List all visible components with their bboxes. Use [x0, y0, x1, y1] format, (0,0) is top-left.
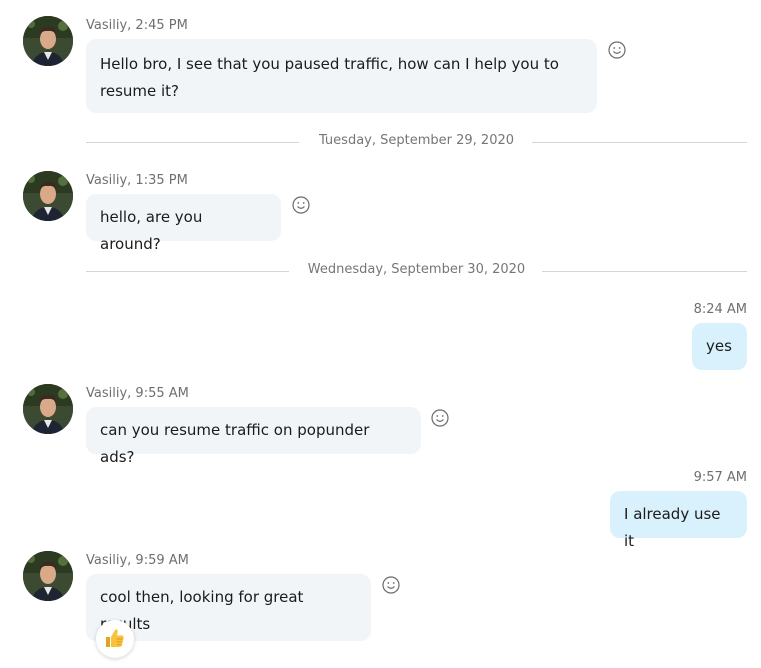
outgoing-message[interactable]: yes: [692, 323, 747, 370]
message-meta: Vasiliy, 9:59 AM: [86, 553, 189, 568]
avatar[interactable]: [23, 16, 73, 66]
avatar[interactable]: [23, 384, 73, 434]
incoming-message[interactable]: can you resume traffic on popunder ads?: [86, 407, 421, 466]
message-meta: Vasiliy, 9:55 AM: [86, 386, 189, 401]
outgoing-message[interactable]: I already use it: [610, 491, 747, 550]
date-divider: Tuesday, September 29, 2020: [86, 132, 747, 152]
date-divider: Wednesday, September 30, 2020: [86, 261, 747, 281]
message-meta: Vasiliy, 2:45 PM: [86, 18, 188, 33]
message-meta: 9:57 AM: [693, 470, 747, 485]
message-meta: 8:24 AM: [693, 302, 747, 317]
incoming-message[interactable]: hello, are you around?: [86, 194, 281, 253]
thumbs-up-icon: [103, 626, 127, 654]
smiley-icon[interactable]: [291, 195, 311, 215]
date-divider-label: Wednesday, September 30, 2020: [307, 262, 526, 277]
date-divider-label: Tuesday, September 29, 2020: [318, 133, 515, 148]
smiley-icon[interactable]: [430, 408, 450, 428]
incoming-message[interactable]: Hello bro, I see that you paused traffic…: [86, 39, 597, 113]
smiley-icon[interactable]: [381, 575, 401, 595]
avatar[interactable]: [23, 551, 73, 601]
reaction-badge[interactable]: [96, 620, 134, 658]
smiley-icon[interactable]: [607, 40, 627, 60]
avatar[interactable]: [23, 171, 73, 221]
message-meta: Vasiliy, 1:35 PM: [86, 173, 188, 188]
